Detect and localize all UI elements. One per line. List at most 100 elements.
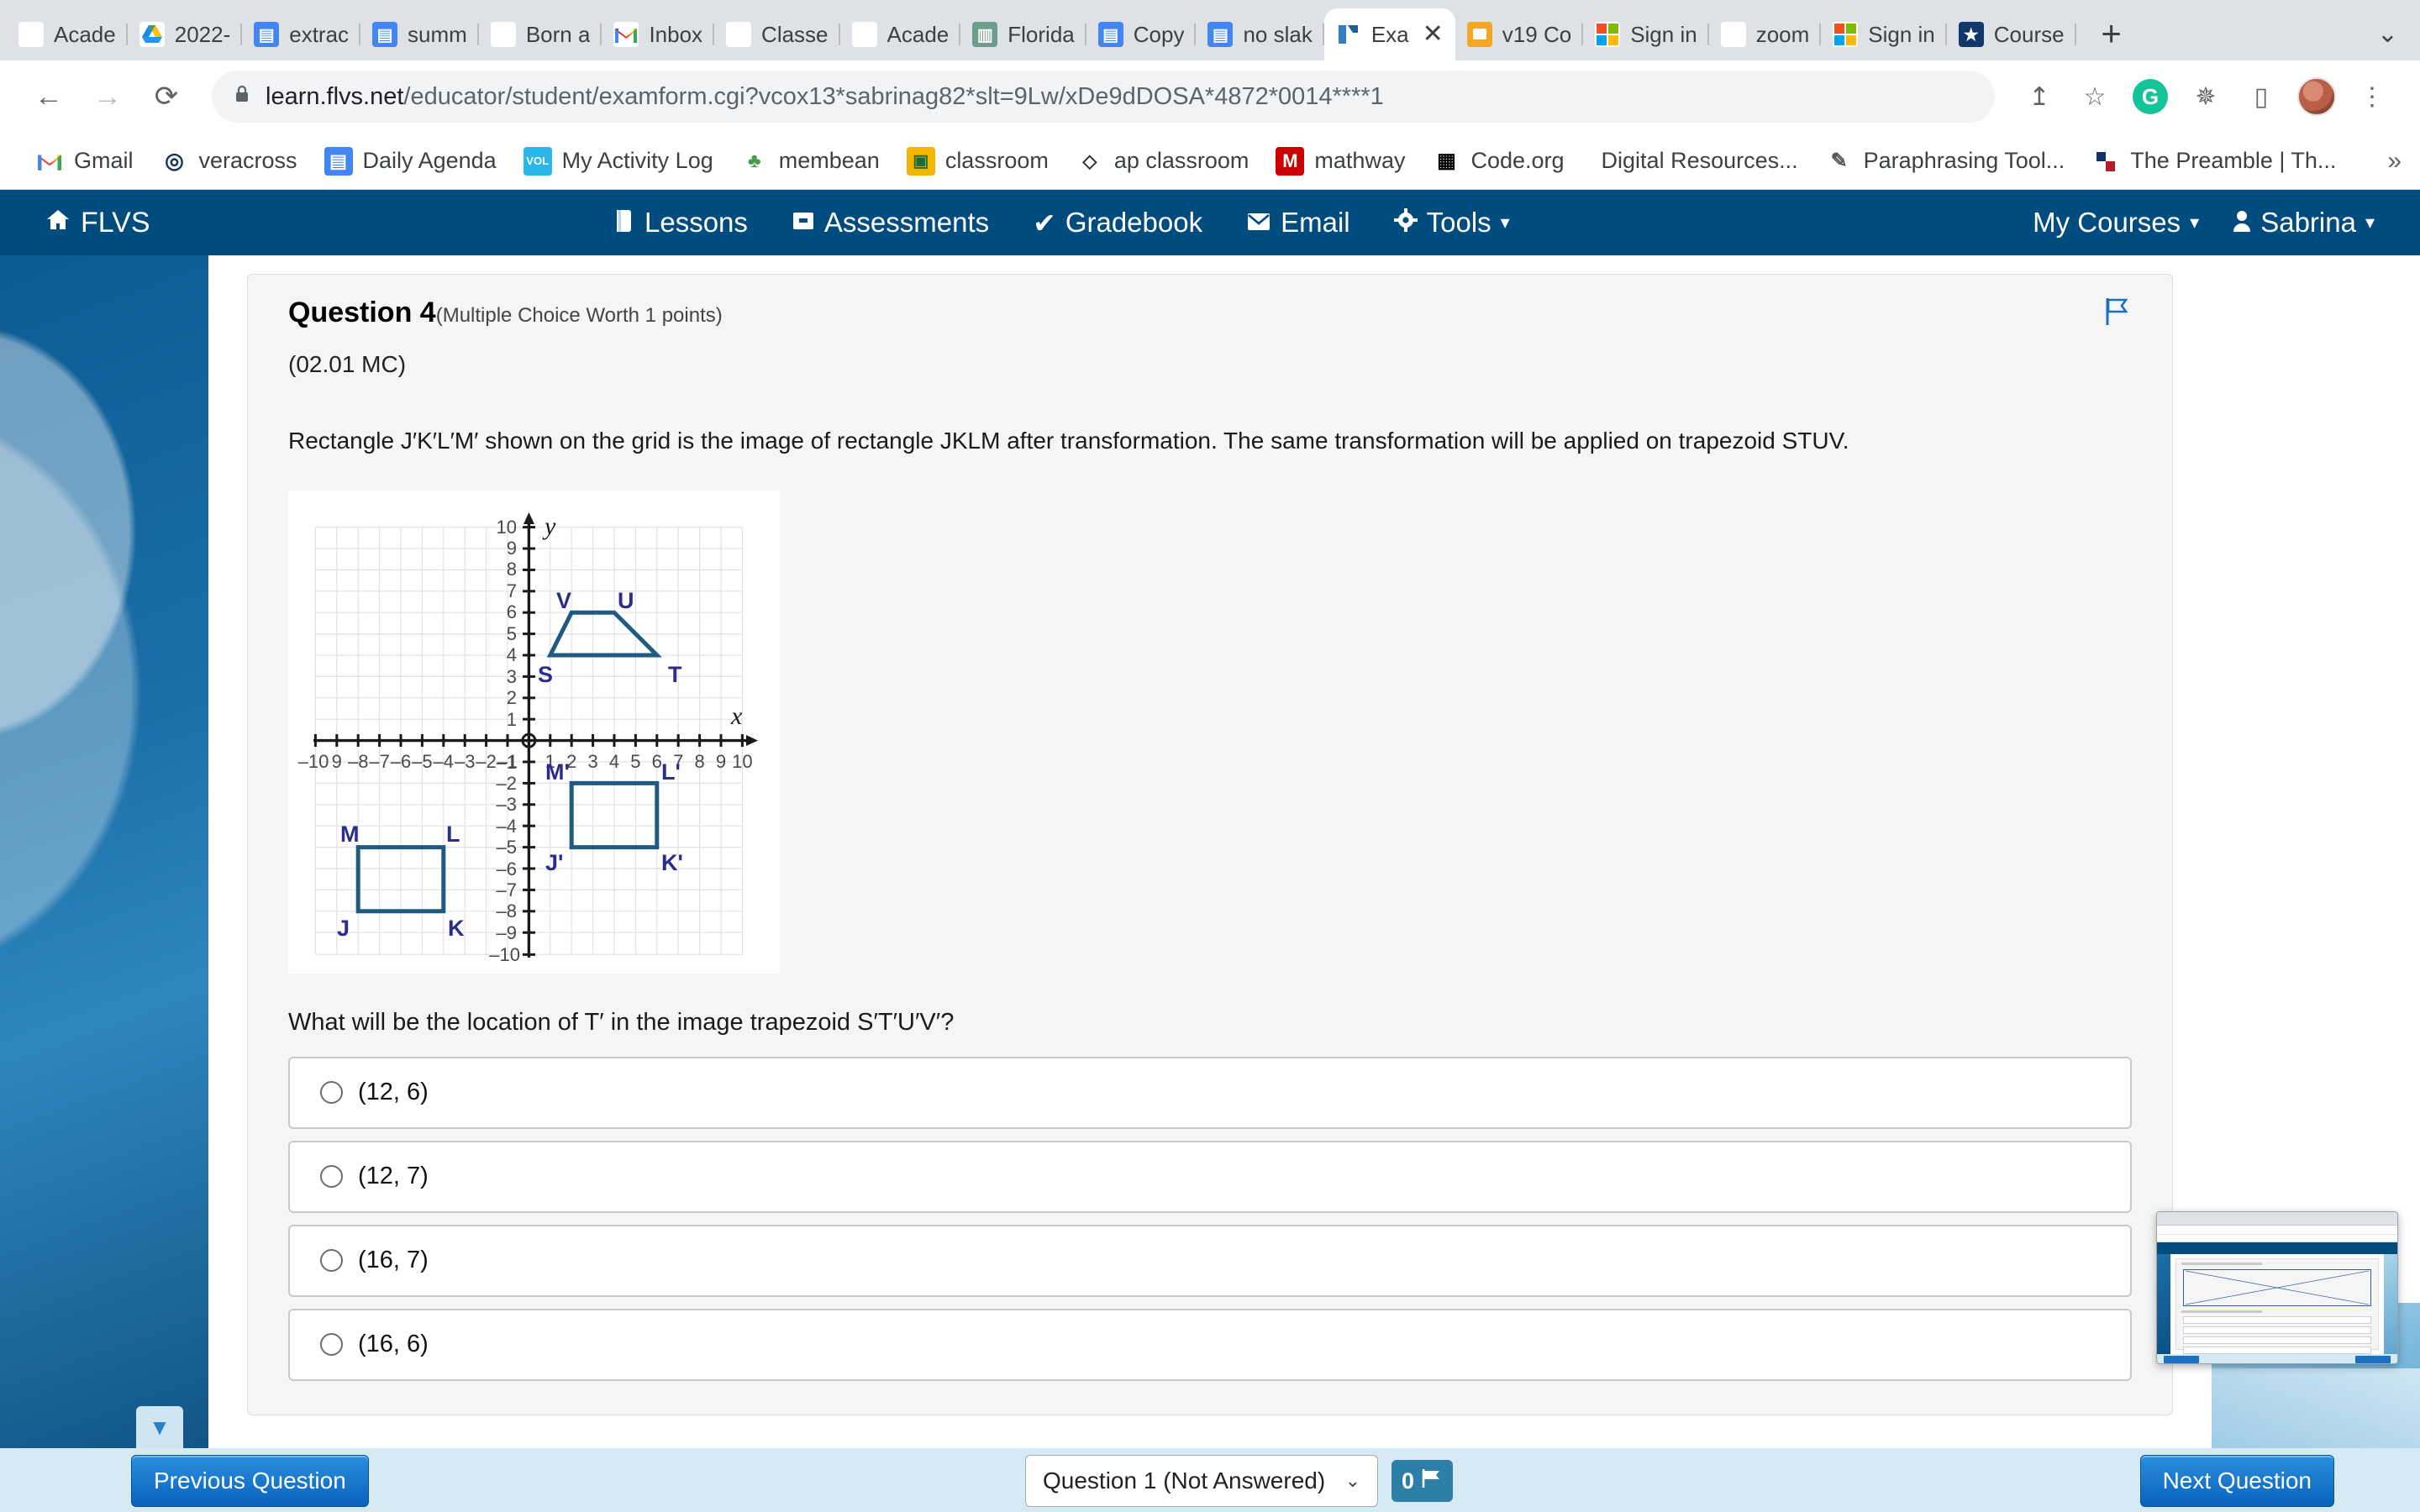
bookmark-item[interactable]: Gmail (22, 142, 147, 181)
address-bar[interactable]: learn.flvs.net/educator/student/examform… (212, 71, 1995, 123)
flvs-nav-right: My Courses ▾ Sabrina ▾ (2033, 207, 2375, 239)
avatar[interactable] (2292, 72, 2341, 121)
code-org-icon: ▦ (1432, 146, 1461, 176)
nav-link-email[interactable]: Email (1246, 207, 1350, 239)
picture-in-picture-thumbnail[interactable] (2156, 1211, 2398, 1364)
pip-next-button (2355, 1356, 2391, 1363)
browser-tab[interactable]: ◎ Classe (714, 8, 840, 60)
forward-button[interactable]: → (82, 71, 133, 122)
browser-tab-active[interactable]: Exa ✕ (1323, 8, 1455, 60)
browser-tab[interactable]: G zoom (1709, 8, 1822, 60)
svg-text:7: 7 (507, 580, 517, 601)
share-icon[interactable]: ↥ (2015, 72, 2064, 121)
close-icon[interactable]: ✕ (1423, 22, 1444, 47)
new-tab-button[interactable]: + (2088, 10, 2135, 57)
classroom-icon: ▣ (906, 146, 935, 176)
bookmark-item[interactable]: ◇ ap classroom (1062, 142, 1263, 181)
browser-tab[interactable]: 2022- (128, 8, 243, 60)
pip-question-card (2175, 1258, 2379, 1360)
question-select[interactable]: Question 1 (Not Answered) ⌄ (1025, 1455, 1378, 1507)
browser-tab[interactable]: ◎ Acade (7, 8, 128, 60)
nav-link-tools[interactable]: Tools ▾ (1393, 207, 1510, 239)
bookmark-item[interactable]: ♣ membean (727, 142, 893, 181)
tab-title: no slak (1243, 21, 1313, 47)
browser-tab[interactable]: ▤ no slak (1196, 8, 1324, 60)
nav-label: My Courses (2033, 207, 2181, 238)
bookmark-item[interactable]: ▣ classroom (893, 142, 1062, 181)
bookmark-item[interactable]: VOL My Activity Log (510, 142, 727, 181)
bookmark-item[interactable]: ▤ Daily Agenda (311, 142, 510, 181)
inbox-tray-icon (792, 207, 815, 239)
pip-text-line (2181, 1263, 2262, 1265)
user-menu[interactable]: Sabrina ▾ (2233, 207, 2375, 239)
answer-option[interactable]: (16, 6) (288, 1308, 2132, 1381)
nav-label: Email (1281, 207, 1350, 238)
browser-menu-icon[interactable]: ⋮ (2348, 72, 2396, 121)
svg-text:–5: –5 (412, 751, 432, 772)
previous-question-button[interactable]: Previous Question (131, 1455, 369, 1507)
radio-button[interactable] (320, 1165, 343, 1189)
browser-tab[interactable]: ✳ Born a (479, 8, 602, 60)
question-number: Question 4 (288, 297, 436, 328)
browser-tab[interactable]: Inbox (602, 8, 714, 60)
bookmark-item[interactable]: ✎ Paraphrasing Tool... (1812, 142, 2079, 181)
bookmark-item[interactable]: ◎ veracross (147, 142, 311, 181)
radio-button[interactable] (320, 1081, 343, 1105)
pip-left-decoration (2157, 1254, 2170, 1363)
bookmark-label: The Preamble | Th... (2130, 148, 2337, 173)
svg-text:5: 5 (507, 623, 517, 644)
next-question-button[interactable]: Next Question (2139, 1455, 2334, 1507)
bookmark-item[interactable]: ▦ Code.org (1418, 142, 1577, 181)
browser-tab[interactable]: Sign in (1583, 8, 1709, 60)
bookmark-star-icon[interactable]: ☆ (2070, 72, 2119, 121)
browser-tab[interactable]: ◎ Acade (840, 8, 961, 60)
answer-option[interactable]: (12, 7) (288, 1140, 2132, 1213)
left-decoration (0, 255, 208, 1512)
flag-count-badge[interactable]: 0 (1392, 1460, 1454, 1502)
browser-tab[interactable]: ▤ summ (360, 8, 479, 60)
svg-text:–7: –7 (497, 879, 517, 900)
svg-text:K: K (448, 916, 465, 941)
bookmark-label: Daily Agenda (362, 148, 497, 173)
bookmark-item[interactable]: Digital Resources... (1578, 143, 1812, 179)
radio-button[interactable] (320, 1333, 343, 1357)
reload-button[interactable]: ⟳ (141, 71, 192, 122)
tab-search-chevron-icon[interactable]: ⌄ (2377, 19, 2398, 49)
flag-outline-icon[interactable] (2103, 297, 2132, 333)
flvs-logo[interactable]: FLVS (45, 207, 150, 239)
browser-toolbar: ← → ⟳ learn.flvs.net/educator/student/ex… (0, 60, 2420, 133)
browser-tab[interactable]: ▤ extrac (242, 8, 360, 60)
browser-tab[interactable]: ▤ Copy (1086, 8, 1197, 60)
browser-tab[interactable]: Sign in (1821, 8, 1947, 60)
question-meta: (Multiple Choice Worth 1 points) (435, 304, 723, 327)
answer-option[interactable]: (16, 7) (288, 1224, 2132, 1297)
browser-tab[interactable]: v19 Co (1455, 8, 1584, 60)
browser-tab[interactable]: ▥ Florida (960, 8, 1086, 60)
browser-tab[interactable]: ★ Course (1947, 8, 2076, 60)
tree-icon: ♣ (739, 146, 769, 176)
extensions-icon[interactable]: ✵ (2181, 72, 2230, 121)
svg-text:–2: –2 (476, 751, 496, 772)
svg-text:J': J' (545, 850, 563, 875)
nav-link-lessons[interactable]: Lessons (613, 207, 748, 239)
chevron-down-icon: ▾ (2365, 212, 2375, 233)
bookmark-item[interactable]: The Preamble | Th... (2078, 142, 2349, 181)
bookmarks-overflow-button[interactable]: » (2387, 147, 2402, 176)
collapse-toggle[interactable]: ▼ (136, 1406, 183, 1448)
bookmark-item[interactable]: M mathway (1262, 142, 1418, 181)
grammarly-extension-icon[interactable]: G (2126, 72, 2175, 121)
answer-option[interactable]: (12, 6) (288, 1056, 2132, 1129)
tab-title: zoom (1755, 21, 1810, 47)
pip-answer-option (2183, 1316, 2371, 1324)
my-courses-menu[interactable]: My Courses ▾ (2033, 207, 2199, 239)
svg-text:–3: –3 (455, 751, 475, 772)
google-docs-icon: ▤ (254, 22, 280, 47)
google-drive-icon (139, 22, 165, 47)
radio-button[interactable] (320, 1249, 343, 1273)
side-panel-icon[interactable]: ▯ (2237, 72, 2286, 121)
nav-link-gradebook[interactable]: ✔ Gradebook (1033, 207, 1202, 239)
module-code: (02.01 MC) (288, 351, 407, 377)
back-button[interactable]: ← (24, 71, 74, 122)
nav-link-assessments[interactable]: Assessments (792, 207, 989, 239)
url-domain: learn.flvs.net (266, 82, 404, 110)
